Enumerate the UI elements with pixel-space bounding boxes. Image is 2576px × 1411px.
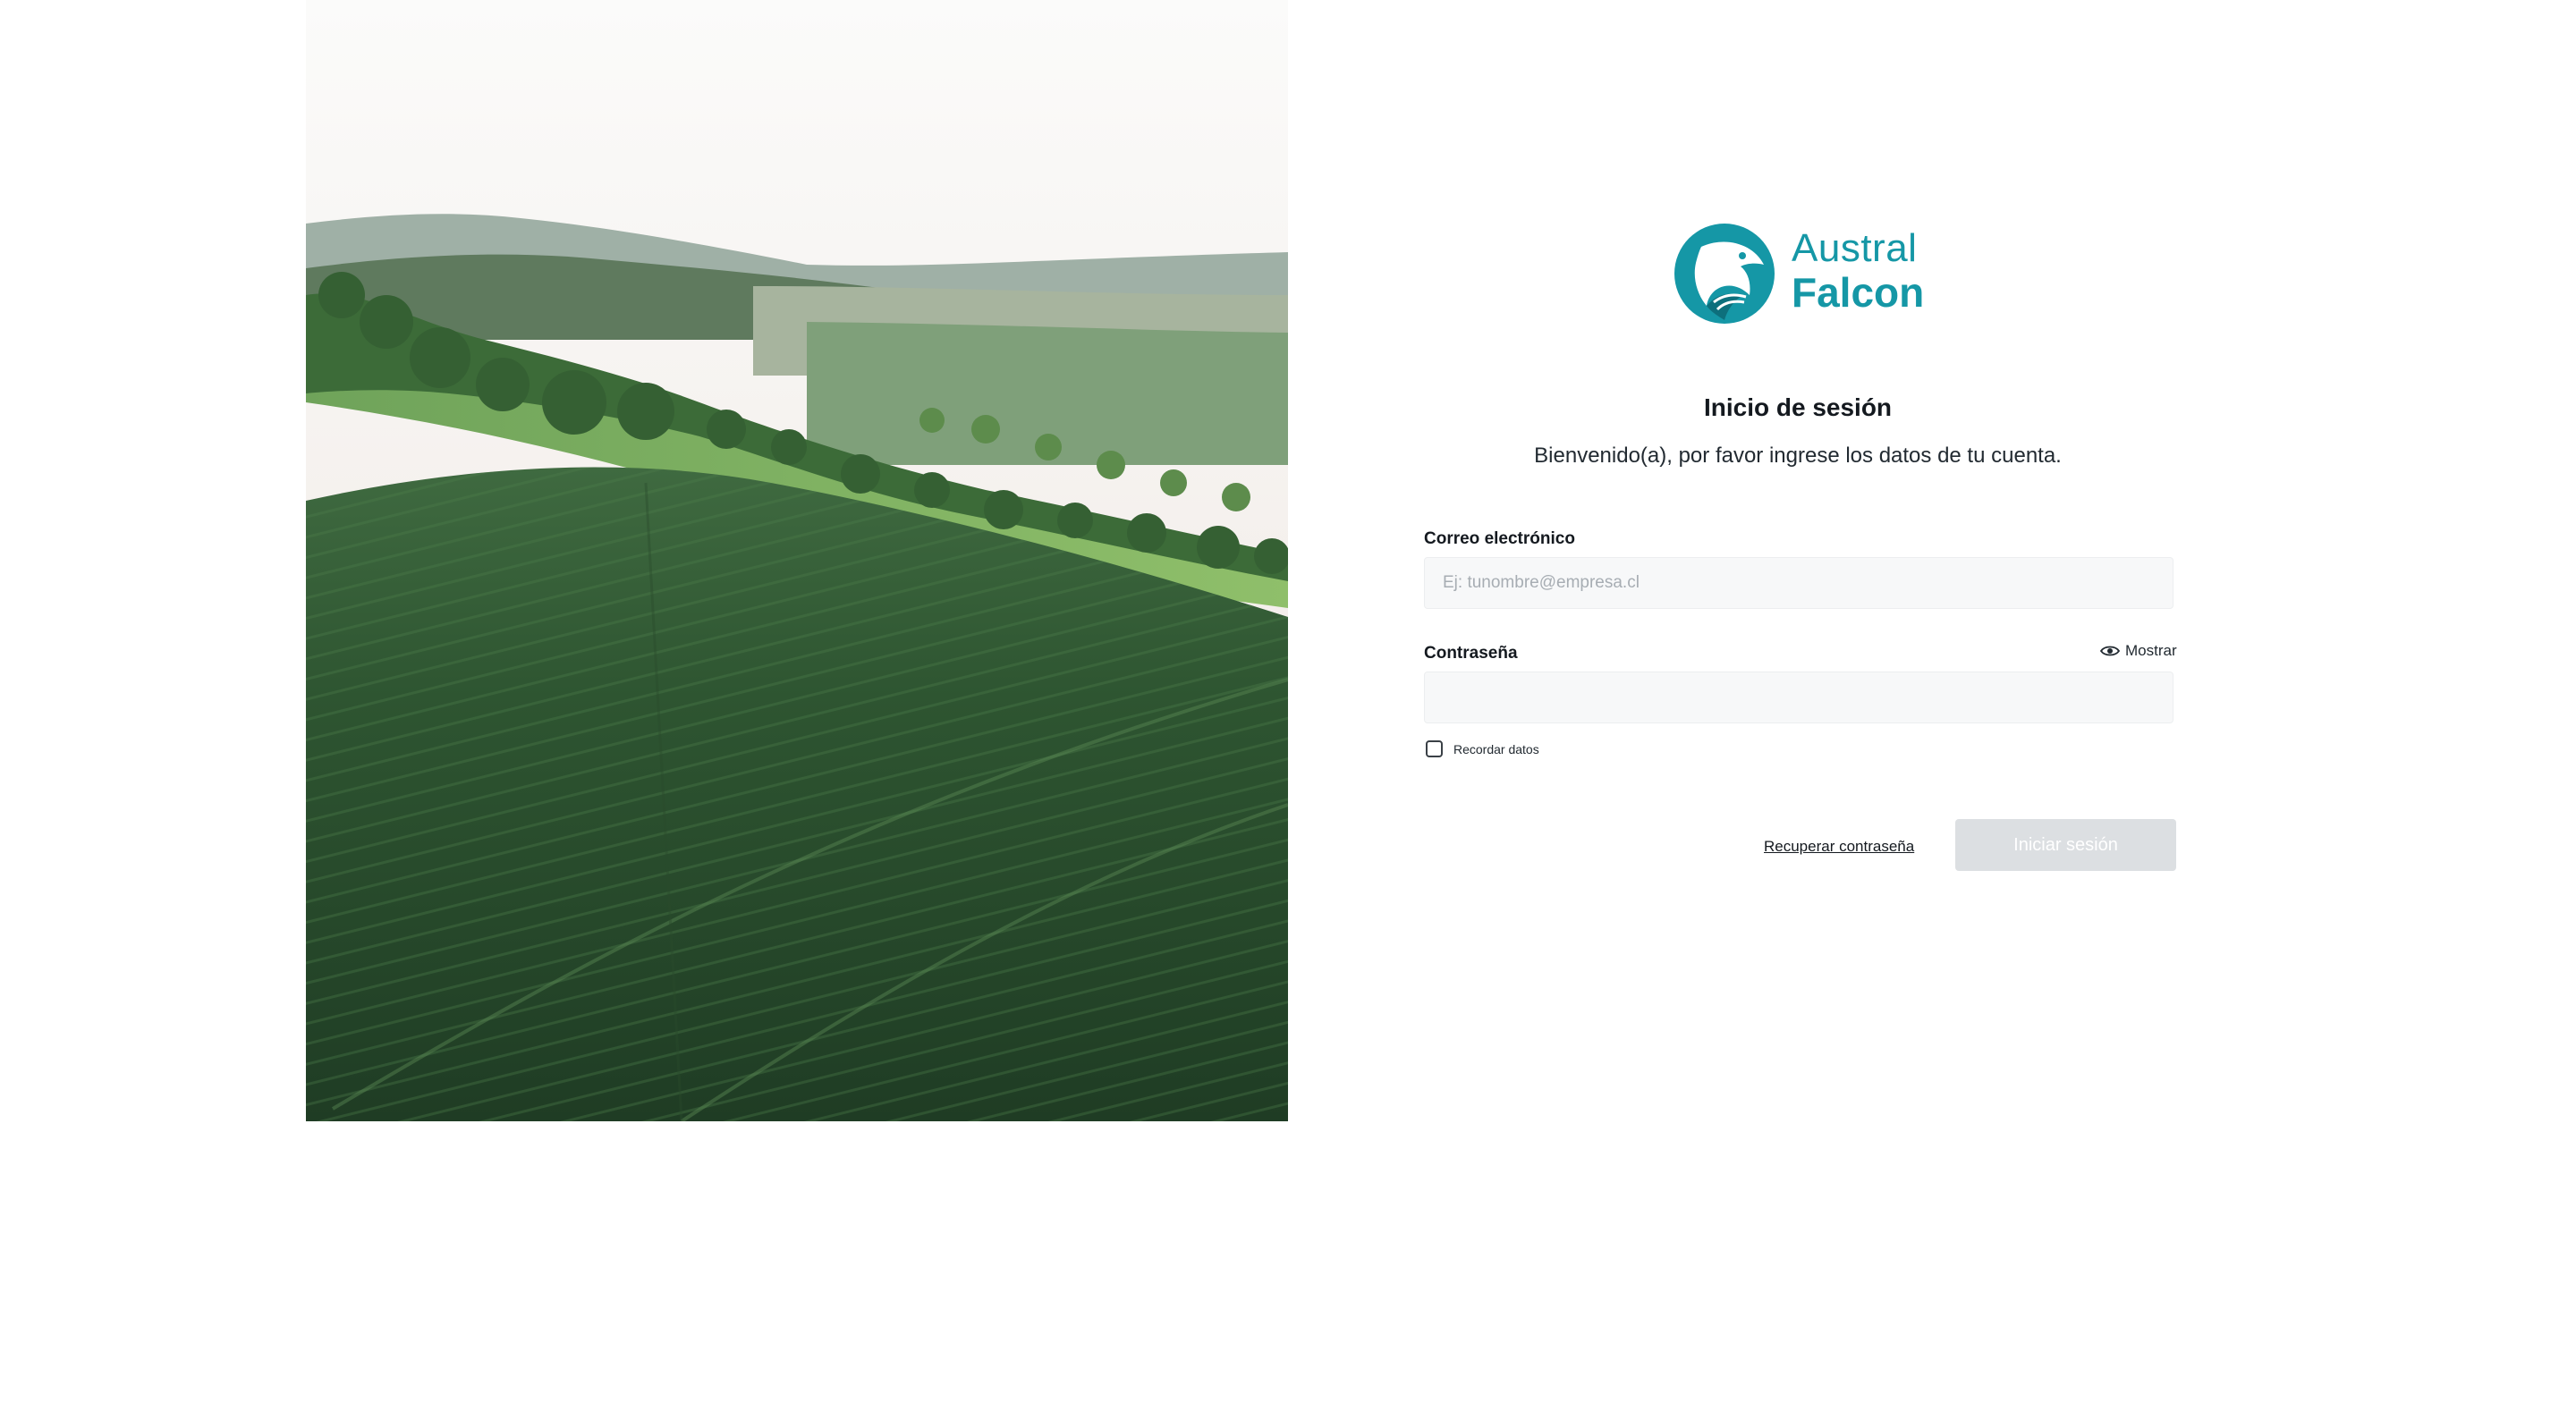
login-button[interactable]: Iniciar sesión [1955,819,2176,871]
password-field[interactable] [1424,672,2174,723]
login-title: Inicio de sesión [1703,393,1893,421]
email-label: Correo electrónico [1424,529,1575,548]
login-page: Austral Falcon Inicio de sesión Bienveni… [0,0,2576,1411]
login-subtitle: Bienvenido(a), por favor ingrese los dat… [1534,444,2062,468]
brand-name-line1: Austral [1792,226,1918,270]
brand-name: Austral Falcon [1792,226,1925,316]
remember-checkbox[interactable] [1426,740,1443,757]
show-password-label: Mostrar [2125,642,2177,659]
remember-me: Recordar datos [1426,740,1539,757]
password-label: Contraseña [1424,644,1518,663]
email-field[interactable] [1424,557,2174,609]
show-password-toggle[interactable]: Mostrar [2100,642,2177,660]
brand-name-line2: Falcon [1792,269,1925,316]
falcon-head-icon [1674,224,1775,324]
eye-icon [2100,645,2120,657]
hero-landscape-image [306,0,1288,1121]
recover-password-link[interactable]: Recuperar contraseña [1764,838,1914,856]
remember-label: Recordar datos [1453,741,1539,756]
